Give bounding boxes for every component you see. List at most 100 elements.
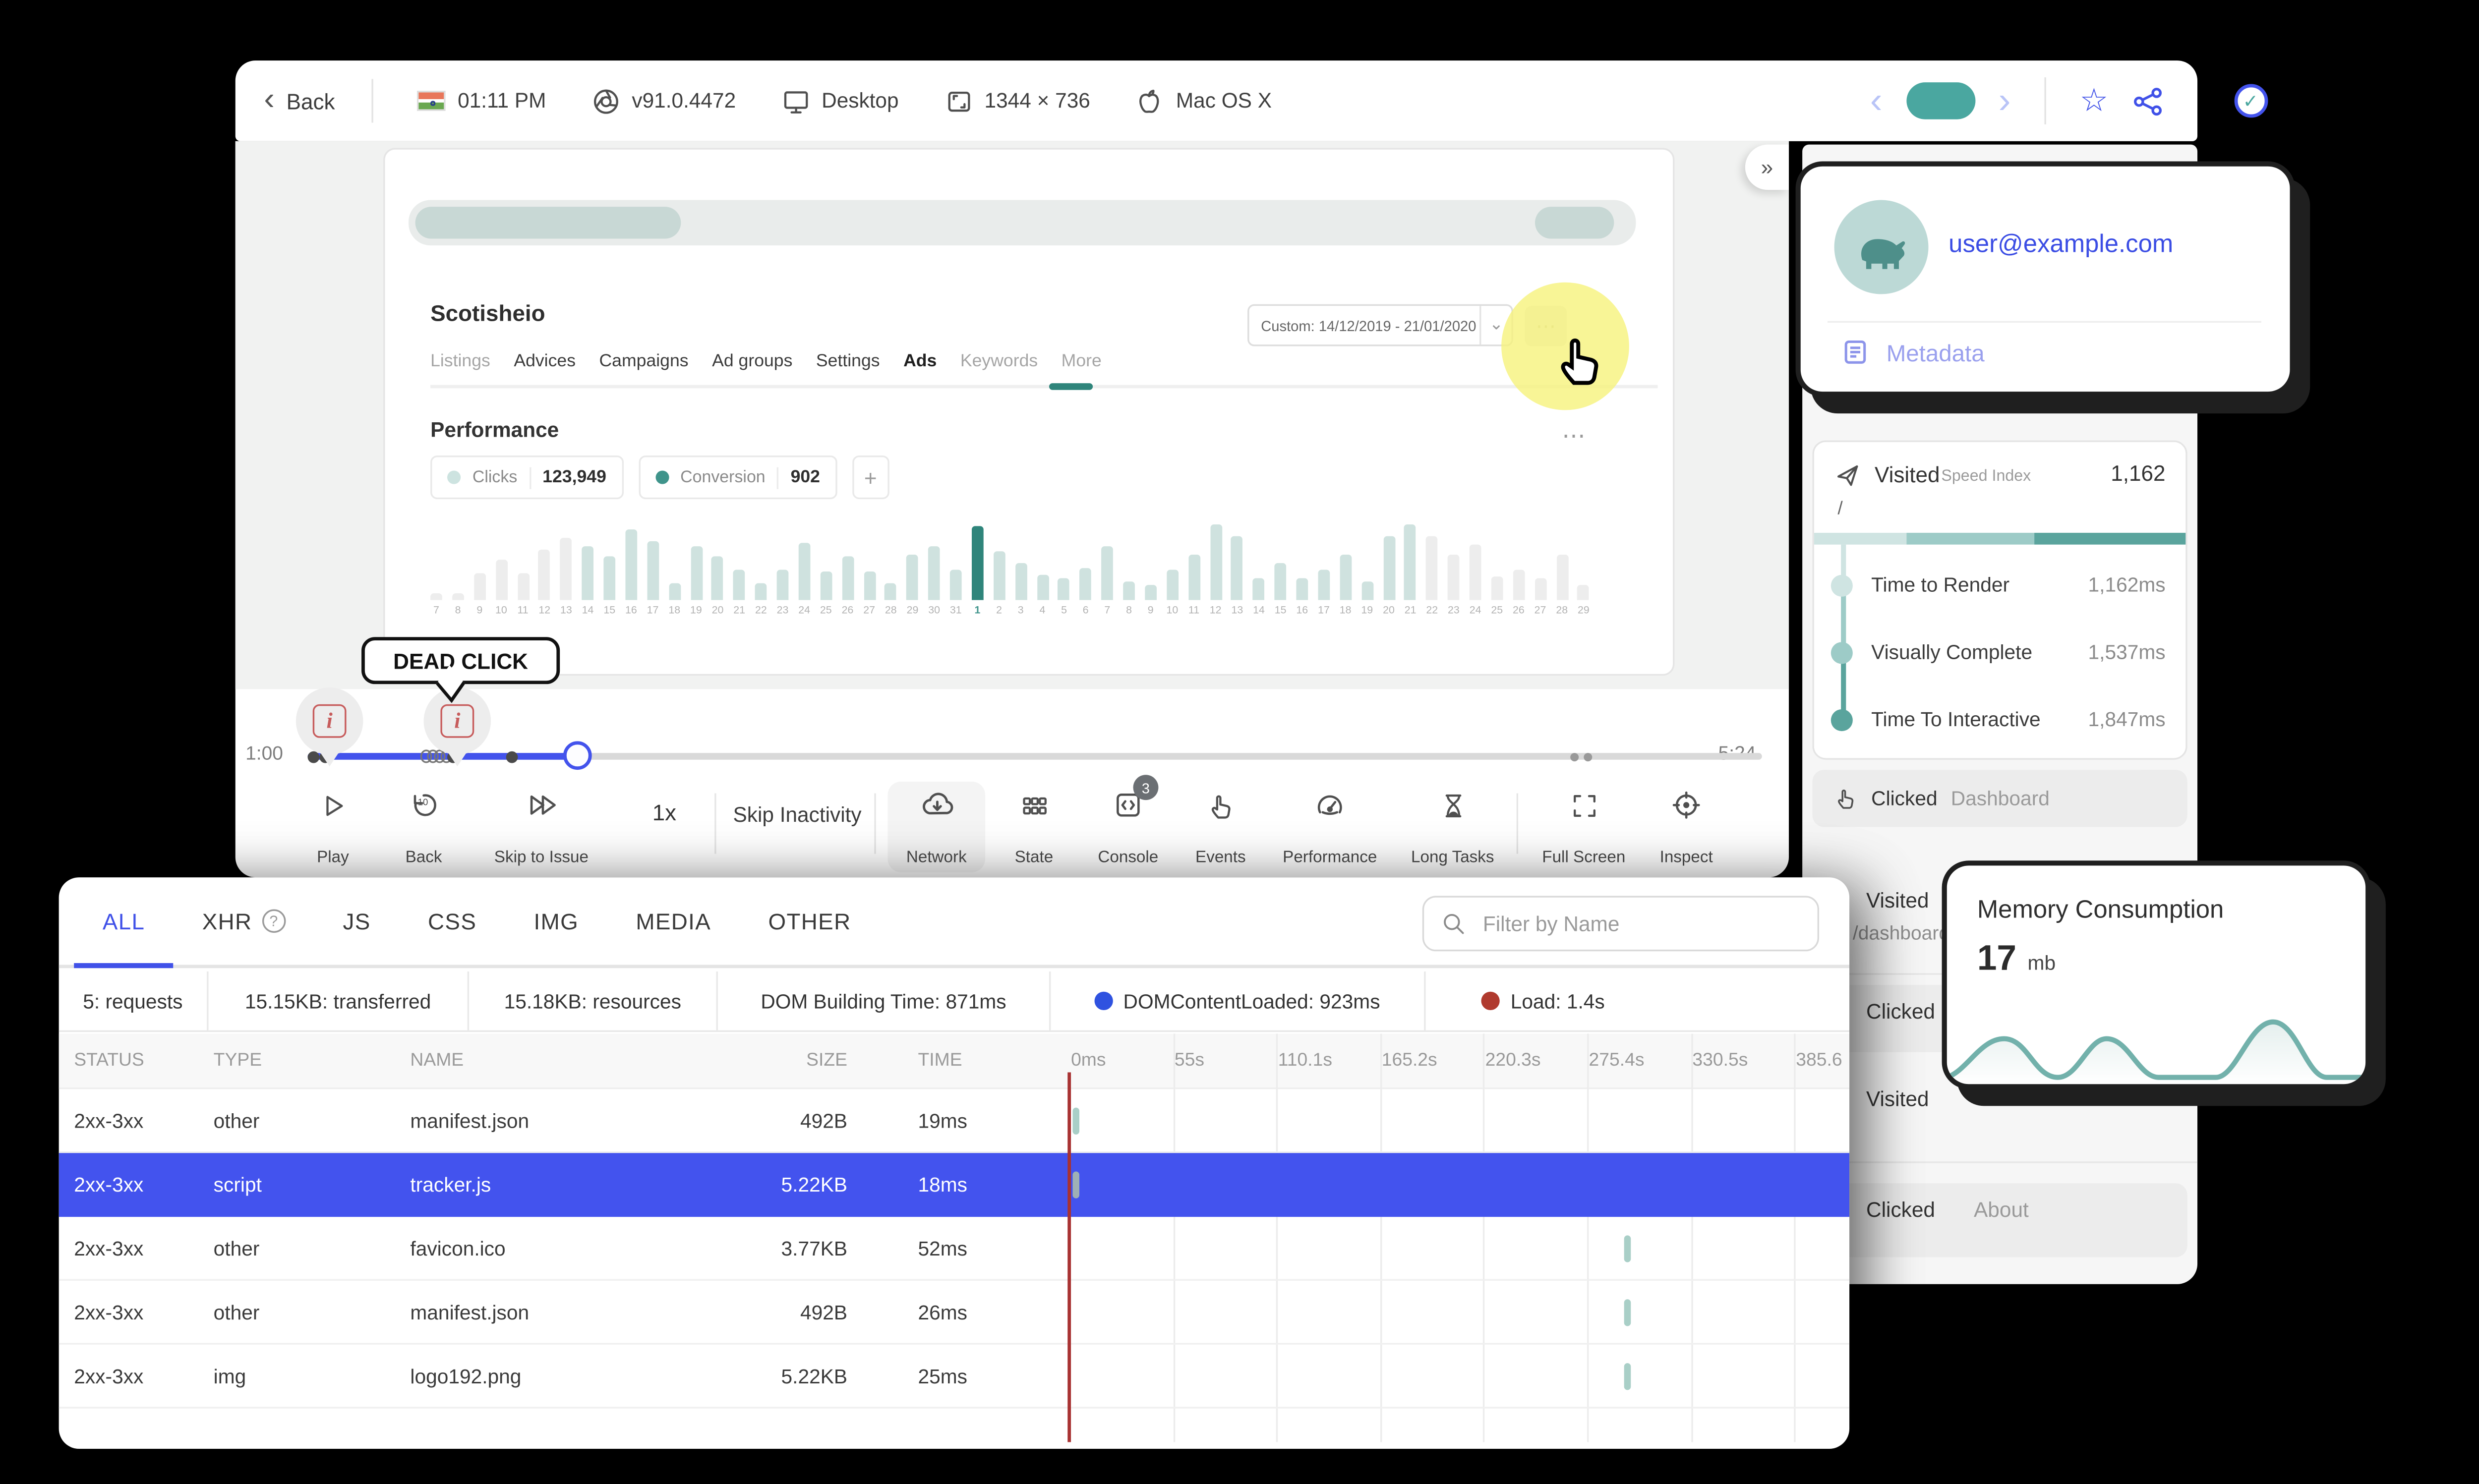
session-toolbar: ‹ Back 01:11 PM v91.0.4472 Desktop 1344 … xyxy=(235,60,2268,141)
issue-marker[interactable]: i xyxy=(295,687,363,768)
cloud-download-icon xyxy=(922,793,952,815)
memory-value: 17 xyxy=(1977,939,2017,978)
sidebar-event-row[interactable]: Clicked About xyxy=(1812,1183,2187,1257)
clicks-chip[interactable]: Clicks 123,949 xyxy=(430,455,623,500)
chart-bar: 17 xyxy=(647,509,658,617)
chart-bar: 15 xyxy=(603,509,615,617)
column-header-size[interactable]: SIZE xyxy=(723,1033,847,1089)
chart-bar: 14 xyxy=(1253,509,1265,617)
state-panel-button[interactable]: State xyxy=(999,787,1069,867)
section-menu-icon[interactable]: ⋯ xyxy=(1562,422,1587,451)
timeline-track[interactable] xyxy=(307,753,1762,760)
filter-input[interactable] xyxy=(1479,910,1782,937)
info-icon: i xyxy=(440,704,474,738)
column-header-status[interactable]: STATUS xyxy=(74,1033,144,1089)
conversion-chip[interactable]: Conversion 902 xyxy=(638,455,837,500)
console-panel-button[interactable]: 3 Console xyxy=(1086,775,1171,867)
back-10s-button[interactable]: 10 Back xyxy=(383,787,464,867)
cell-name: manifest.json xyxy=(410,1301,530,1325)
playback-speed-button[interactable]: 1x xyxy=(652,800,676,825)
add-metric-button[interactable]: + xyxy=(852,455,889,500)
document-icon xyxy=(1844,340,1866,364)
network-request-row[interactable]: 2xx-3xx other manifest.json 19ms 492B xyxy=(59,1089,1850,1153)
network-request-row[interactable]: 2xx-3xx other favicon.ico 52ms 3.77KB xyxy=(59,1217,1850,1281)
events-panel-button[interactable]: Events xyxy=(1183,787,1257,867)
dead-click-tooltip: DEAD CLICK xyxy=(361,637,560,685)
app-stage: ‹ Back 01:11 PM v91.0.4472 Desktop 1344 … xyxy=(0,0,2479,1484)
network-tab-media[interactable]: MEDIA xyxy=(607,877,740,965)
network-tab-img[interactable]: IMG xyxy=(505,877,607,965)
network-panel-button[interactable]: Network xyxy=(887,781,986,872)
chart-bar: 2 xyxy=(993,509,1005,617)
time-tick: 220.3s xyxy=(1485,1050,1541,1071)
metadata-button[interactable]: Metadata xyxy=(1841,338,1985,367)
play-button[interactable]: Play xyxy=(296,787,370,867)
visited-path: / xyxy=(1837,499,1843,519)
back-button[interactable]: ‹ Back xyxy=(236,83,372,115)
cell-name: manifest.json xyxy=(410,1109,530,1133)
network-request-row[interactable]: 2xx-3xx script tracker.js 18ms 5.22KB xyxy=(59,1153,1850,1217)
replayed-page: Scotisheio Custom: 14/12/2019 - 21/01/20… xyxy=(383,148,1675,676)
memory-sparkline xyxy=(1947,1019,2364,1084)
inspect-button[interactable]: Inspect xyxy=(1644,787,1728,867)
network-tab-xhr[interactable]: XHR? xyxy=(174,877,314,965)
hourglass-icon xyxy=(1444,794,1461,818)
full-screen-button[interactable]: Full Screen xyxy=(1534,787,1634,867)
site-tab-campaigns[interactable]: Campaigns xyxy=(599,351,688,372)
skip-to-issue-button[interactable]: Skip to Issue xyxy=(477,787,605,867)
network-request-row[interactable]: 2xx-3xx other manifest.json 26ms 492B xyxy=(59,1281,1850,1345)
user-email[interactable]: user@example.com xyxy=(1948,230,2173,259)
speed-segment-bar xyxy=(1814,532,2186,545)
cell-size: 492B xyxy=(800,1109,848,1133)
filter-field[interactable] xyxy=(1422,896,1820,952)
site-tab-listings[interactable]: Listings xyxy=(430,351,490,372)
next-session-button[interactable]: › xyxy=(1999,81,2011,119)
network-tab-other[interactable]: OTHER xyxy=(740,877,880,965)
chart-bar: 20 xyxy=(1383,509,1395,617)
column-header-type[interactable]: TYPE xyxy=(214,1033,262,1089)
autoplay-toggle[interactable]: ✓ xyxy=(1906,82,2268,119)
chart-bar: 24 xyxy=(798,509,810,617)
site-tab-ad-groups[interactable]: Ad groups xyxy=(712,351,792,372)
column-header-name[interactable]: NAME xyxy=(410,1033,464,1089)
site-tab-keywords[interactable]: Keywords xyxy=(960,351,1038,372)
visited-event-card[interactable]: Visited Speed Index 1,162 / Time to Rend… xyxy=(1812,440,2187,760)
prev-session-button[interactable]: ‹ xyxy=(1870,81,1883,119)
collapse-panel-button[interactable]: » xyxy=(1745,144,1789,190)
performance-panel-button[interactable]: Performance xyxy=(1278,787,1382,867)
share-icon[interactable] xyxy=(2132,85,2164,116)
chart-bar: 3 xyxy=(1014,509,1027,617)
network-tab-css[interactable]: CSS xyxy=(399,877,505,965)
site-tab-settings[interactable]: Settings xyxy=(816,351,880,372)
hand-icon xyxy=(1206,792,1235,820)
network-tab-js[interactable]: JS xyxy=(314,877,399,965)
chart-bar: 9 xyxy=(473,509,486,617)
chart-bar: 30 xyxy=(928,509,940,617)
date-range-dropdown[interactable]: Custom: 14/12/2019 - 21/01/2020 ⌄ xyxy=(1247,304,1513,346)
timeline-scrubber-handle[interactable] xyxy=(563,741,592,770)
chart-bar: 27 xyxy=(1535,509,1546,617)
request-timing-bar xyxy=(1624,1299,1631,1326)
avatar xyxy=(1834,200,1929,294)
network-request-row[interactable]: 2xx-3xx img logo192.png 25ms 5.22KB xyxy=(59,1345,1850,1409)
chart-bar: 10 xyxy=(495,509,507,617)
chart-bar: 5 xyxy=(1058,509,1070,617)
crosshair-icon xyxy=(1672,791,1700,819)
metric-timeline-line xyxy=(1841,544,1846,725)
help-icon[interactable]: ? xyxy=(262,909,286,933)
column-header-time[interactable]: TIME xyxy=(918,1033,962,1089)
address-bar-skeleton xyxy=(409,200,1636,246)
issue-marker[interactable]: i xyxy=(423,687,491,768)
site-tab-more[interactable]: More xyxy=(1062,351,1102,372)
divider xyxy=(1516,793,1519,854)
cell-status: 2xx-3xx xyxy=(74,1109,144,1133)
timeline-event-dot[interactable] xyxy=(505,750,517,762)
site-tab-ads[interactable]: Ads xyxy=(903,351,937,372)
skip-inactivity-toggle[interactable]: Skip Inactivity xyxy=(733,803,861,827)
clicked-dashboard-row[interactable]: Clicked Dashboard xyxy=(1812,770,2187,827)
long-tasks-panel-button[interactable]: Long Tasks xyxy=(1406,787,1500,867)
site-tab-advices[interactable]: Advices xyxy=(514,351,576,372)
favorite-star-icon[interactable]: ☆ xyxy=(2080,85,2109,116)
network-tab-all[interactable]: ALL xyxy=(74,877,174,969)
metric-value: 1,847ms xyxy=(2088,707,2166,732)
